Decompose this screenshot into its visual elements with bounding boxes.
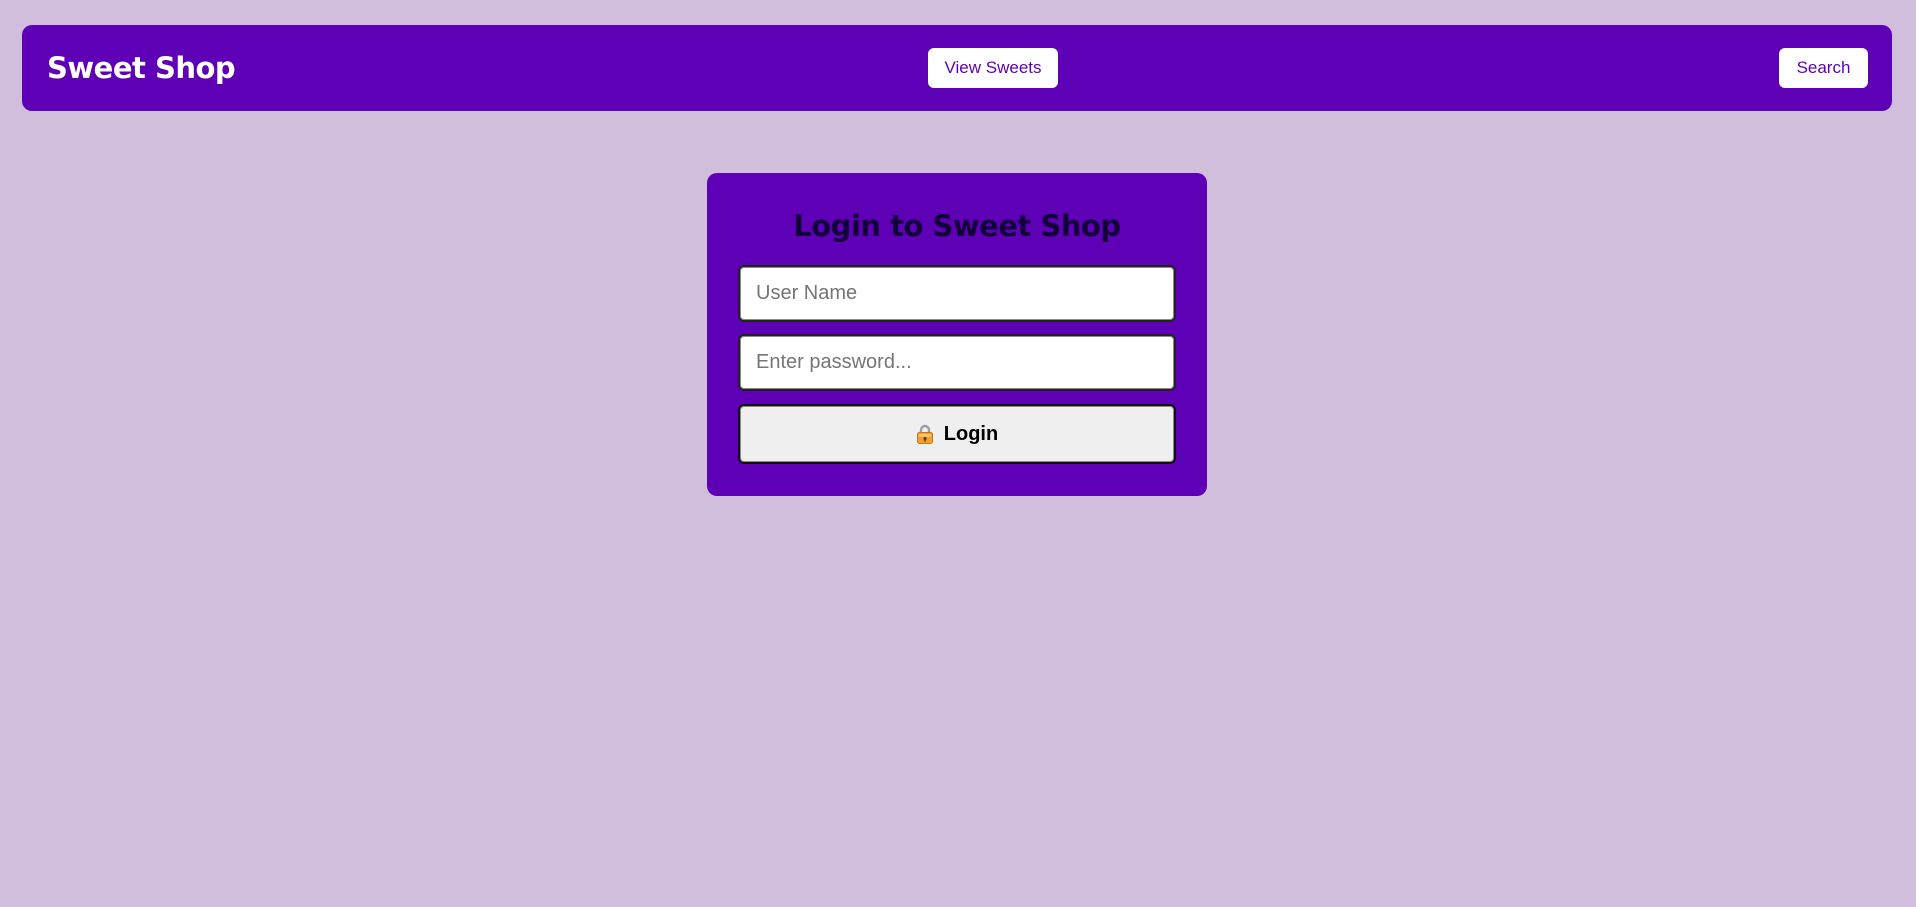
lock-icon [916, 424, 934, 444]
password-input[interactable] [738, 334, 1176, 391]
login-title: Login to Sweet Shop [793, 209, 1121, 243]
search-button[interactable]: Search [1779, 48, 1868, 88]
username-input[interactable] [738, 265, 1176, 322]
login-button[interactable]: Login [738, 404, 1176, 464]
view-sweets-button[interactable]: View Sweets [928, 48, 1058, 88]
login-card: Login to Sweet Shop Login [707, 173, 1207, 496]
login-button-label: Login [943, 422, 999, 445]
brand-title: Sweet Shop [47, 51, 236, 85]
navbar: Sweet Shop View Sweets Search [22, 25, 1892, 111]
